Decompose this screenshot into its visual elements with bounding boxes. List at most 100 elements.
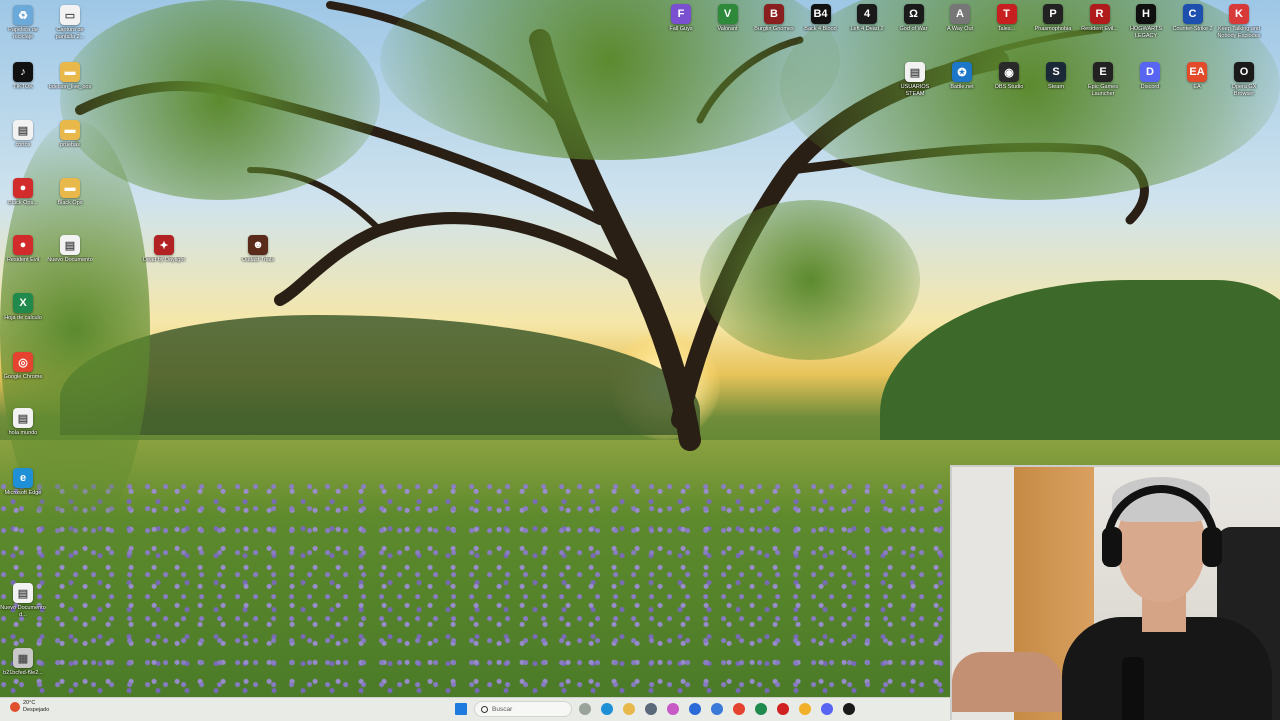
opera-icon[interactable] — [774, 700, 792, 718]
shortcut-label: b21bcfed-f9e2... — [3, 670, 43, 676]
desktop-shortcut[interactable]: F Fall Guys — [659, 4, 703, 33]
app-icon: e — [13, 468, 33, 488]
shortcut-label: Captura de pantalla 2... — [55, 27, 85, 40]
desktop-shortcut[interactable]: ▭ Captura de pantalla 2... — [48, 5, 92, 40]
desktop-shortcut[interactable]: K Keep Talking and Nobody Explodes — [1217, 4, 1261, 39]
edge-icon[interactable] — [598, 700, 616, 718]
store-icon[interactable] — [708, 700, 726, 718]
weather-temperature: 20°C — [23, 700, 36, 706]
desktop-shortcut[interactable]: ✪ Battle.net — [940, 62, 984, 91]
discord-glyph — [821, 703, 833, 715]
headphone-earcup-right — [1202, 527, 1222, 567]
desktop-shortcut[interactable]: ● Black Ops... — [1, 178, 45, 207]
chrome-icon[interactable] — [730, 700, 748, 718]
shortcut-label: Opera GX Browser — [1231, 84, 1257, 97]
shortcut-label: Epic Games Launcher — [1088, 84, 1118, 97]
app-icon: O — [1234, 62, 1254, 82]
shortcut-label: Valorant — [717, 26, 738, 32]
app-icon: ▤ — [13, 583, 33, 603]
desktop-shortcut[interactable]: ▦ b21bcfed-f9e2... — [1, 648, 45, 677]
weather-text: 20°C Despejado — [23, 700, 49, 714]
app-icon: ✪ — [952, 62, 972, 82]
desktop-shortcut[interactable]: EA EA — [1175, 62, 1219, 91]
shortcut-label: Keep Talking and Nobody Explodes — [1217, 26, 1261, 39]
desktop-shortcut[interactable]: B4 Back 4 Blood — [799, 4, 843, 33]
file-explorer-icon[interactable] — [620, 700, 638, 718]
taskbar: 20°C Despejado Buscar — [0, 697, 950, 721]
app-icon: V — [717, 4, 738, 24]
shortcut-label: Battle.net — [950, 84, 974, 90]
desktop-shortcut[interactable]: 4 Left 4 Dead 2 — [845, 4, 889, 33]
shortcut-label: Left 4 Dead 2 — [850, 26, 884, 32]
desktop-shortcut[interactable]: E Epic Games Launcher — [1081, 62, 1125, 97]
desktop-shortcut[interactable]: ● Resident Evil — [1, 235, 45, 264]
desktop-shortcut[interactable]: A A Way Out — [938, 4, 982, 33]
desktop-shortcut[interactable]: S Steam — [1034, 62, 1078, 91]
shortcut-label: HOGWARTS LEGACY — [1129, 26, 1163, 39]
desktop-shortcut[interactable]: X Hoja de calculo — [1, 293, 45, 322]
desktop-shortcut[interactable]: ♪ TIKTOK — [1, 62, 45, 91]
desktop-shortcut[interactable]: B Burglin Gnomes — [752, 4, 796, 33]
weather-description: Despejado — [23, 707, 50, 713]
webcam-arm — [952, 652, 1062, 712]
desktop-shortcut[interactable]: ▤ Nuevo Documento — [47, 235, 93, 264]
desktop-shortcut[interactable]: ▬ bdelson_live_bos — [48, 62, 92, 91]
shortcut-label: Google Chrome — [3, 374, 43, 380]
discord-icon[interactable] — [818, 700, 836, 718]
shortcut-label: USUARIOS STEAM — [900, 84, 930, 97]
desktop-shortcut[interactable]: D Discord — [1128, 62, 1172, 91]
search-placeholder: Buscar — [492, 705, 513, 713]
desktop-shortcut[interactable]: H HOGWARTS LEGACY — [1124, 4, 1168, 39]
shortcut-label: pruebas — [60, 142, 80, 148]
app-icon: F — [671, 4, 691, 24]
desktop-shortcut[interactable]: ◉ OBS Studio — [987, 62, 1031, 91]
app-icon: E — [1093, 62, 1113, 82]
app-icon: D — [1140, 62, 1160, 82]
desktop-shortcut[interactable]: P Phasmophobia — [1031, 4, 1075, 33]
app-extra-glyph — [843, 703, 855, 715]
copilot-icon[interactable] — [664, 700, 682, 718]
excel-icon[interactable] — [752, 700, 770, 718]
weather-icon — [10, 702, 20, 712]
shortcut-label: OBS Studio — [994, 84, 1024, 90]
desktop-shortcut[interactable]: ▬ Black Ops — [48, 178, 92, 207]
desktop-shortcut[interactable]: ☻ Outlast Trials — [236, 235, 280, 264]
shortcut-label: Steam — [1048, 84, 1064, 90]
desktop-shortcut[interactable]: ▤ USUARIOS STEAM — [893, 62, 937, 97]
desktop-shortcut[interactable]: ◎ Google Chrome — [1, 352, 45, 381]
calculator-icon[interactable] — [642, 700, 660, 718]
desktop-shortcut[interactable]: C Counter-Strike 2 — [1171, 4, 1215, 33]
app-icon: ▦ — [13, 648, 33, 668]
app-icon: ✦ — [154, 235, 174, 255]
shortcut-label: Outlast Trials — [241, 257, 275, 263]
desktop-shortcut[interactable]: ▤ cortos — [1, 120, 45, 149]
shortcut-label: Back 4 Blood — [804, 26, 837, 32]
app-icon: ● — [13, 178, 33, 198]
mail-icon[interactable] — [686, 700, 704, 718]
desktop-shortcut[interactable]: R Resident Evil... — [1078, 4, 1122, 33]
chrome-2-icon[interactable] — [796, 700, 814, 718]
desktop-shortcut[interactable]: ▤ hola mundo — [1, 408, 45, 437]
desktop-shortcut[interactable]: ♻ Papelera de reciclaje — [1, 5, 45, 40]
app-extra-icon[interactable] — [840, 700, 858, 718]
webcam-person-shirt — [1062, 617, 1272, 720]
app-icon: ▬ — [60, 120, 80, 140]
desktop-shortcut[interactable]: V Valorant — [706, 4, 750, 33]
desktop-shortcut[interactable]: ▤ Nuevo Documento d... — [0, 583, 46, 618]
desktop-shortcut[interactable]: e Microsoft Edge — [1, 468, 45, 497]
desktop-shortcut[interactable]: O Opera GX Browser — [1222, 62, 1266, 97]
desktop-shortcut[interactable]: ✦ Dead by Daylight — [142, 235, 186, 264]
app-icon: ◉ — [999, 62, 1019, 82]
windows-start-icon[interactable] — [452, 700, 470, 718]
shortcut-label: Resident Evil... — [1081, 26, 1118, 32]
app-icon: ♪ — [13, 62, 33, 82]
app-icon: ▤ — [13, 408, 33, 428]
widgets-icon[interactable] — [576, 700, 594, 718]
weather-widget[interactable]: 20°C Despejado — [10, 700, 49, 714]
desktop-shortcut[interactable]: T Tales... — [985, 4, 1029, 33]
taskbar-search-box[interactable]: Buscar — [474, 701, 572, 717]
copilot-glyph — [667, 703, 679, 715]
desktop-shortcut[interactable]: ▬ pruebas — [48, 120, 92, 149]
desktop-shortcut[interactable]: Ω God of War — [892, 4, 936, 33]
app-icon: ◎ — [13, 352, 33, 372]
